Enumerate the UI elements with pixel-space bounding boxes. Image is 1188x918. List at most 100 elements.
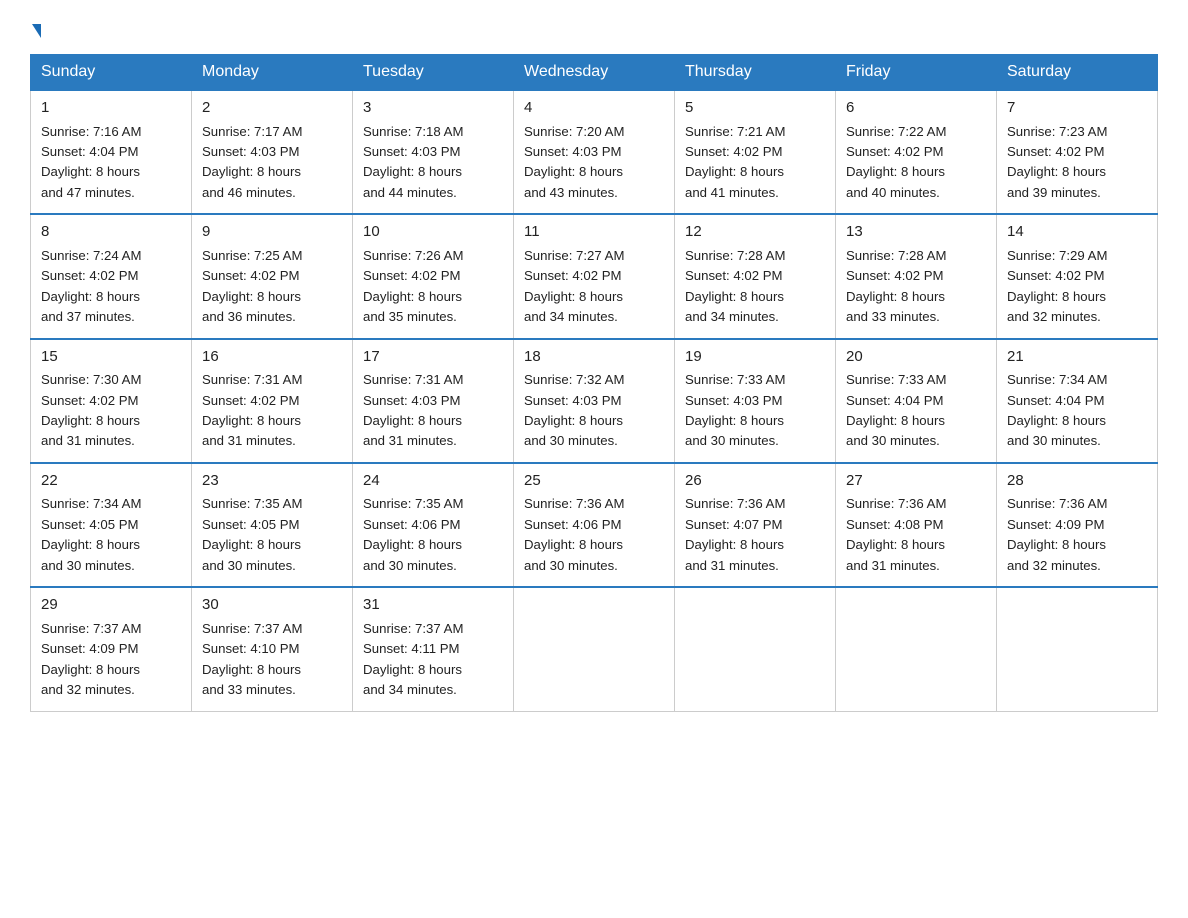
- day-number: 27: [846, 470, 986, 493]
- day-cell: 10Sunrise: 7:26 AMSunset: 4:02 PMDayligh…: [353, 214, 514, 338]
- day-info: Sunrise: 7:17 AMSunset: 4:03 PMDaylight:…: [202, 122, 342, 204]
- day-info: Sunrise: 7:28 AMSunset: 4:02 PMDaylight:…: [685, 246, 825, 328]
- day-cell: 8Sunrise: 7:24 AMSunset: 4:02 PMDaylight…: [31, 214, 192, 338]
- day-number: 23: [202, 470, 342, 493]
- col-tuesday: Tuesday: [353, 55, 514, 91]
- day-info: Sunrise: 7:31 AMSunset: 4:03 PMDaylight:…: [363, 370, 503, 452]
- day-info: Sunrise: 7:36 AMSunset: 4:09 PMDaylight:…: [1007, 494, 1147, 576]
- day-info: Sunrise: 7:18 AMSunset: 4:03 PMDaylight:…: [363, 122, 503, 204]
- week-row-4: 22Sunrise: 7:34 AMSunset: 4:05 PMDayligh…: [31, 463, 1158, 587]
- col-friday: Friday: [836, 55, 997, 91]
- week-row-5: 29Sunrise: 7:37 AMSunset: 4:09 PMDayligh…: [31, 587, 1158, 711]
- day-info: Sunrise: 7:35 AMSunset: 4:05 PMDaylight:…: [202, 494, 342, 576]
- day-cell: 17Sunrise: 7:31 AMSunset: 4:03 PMDayligh…: [353, 339, 514, 463]
- day-number: 19: [685, 346, 825, 369]
- day-cell: 3Sunrise: 7:18 AMSunset: 4:03 PMDaylight…: [353, 90, 514, 214]
- day-number: 24: [363, 470, 503, 493]
- calendar-table: Sunday Monday Tuesday Wednesday Thursday…: [30, 54, 1158, 712]
- col-thursday: Thursday: [675, 55, 836, 91]
- logo: [30, 20, 41, 34]
- day-number: 22: [41, 470, 181, 493]
- day-info: Sunrise: 7:22 AMSunset: 4:02 PMDaylight:…: [846, 122, 986, 204]
- logo-arrow-icon: [32, 24, 41, 38]
- day-number: 18: [524, 346, 664, 369]
- header-row: Sunday Monday Tuesday Wednesday Thursday…: [31, 55, 1158, 91]
- day-number: 20: [846, 346, 986, 369]
- col-monday: Monday: [192, 55, 353, 91]
- week-row-1: 1Sunrise: 7:16 AMSunset: 4:04 PMDaylight…: [31, 90, 1158, 214]
- day-cell: 13Sunrise: 7:28 AMSunset: 4:02 PMDayligh…: [836, 214, 997, 338]
- day-info: Sunrise: 7:25 AMSunset: 4:02 PMDaylight:…: [202, 246, 342, 328]
- day-number: 17: [363, 346, 503, 369]
- day-cell: 27Sunrise: 7:36 AMSunset: 4:08 PMDayligh…: [836, 463, 997, 587]
- day-cell: 15Sunrise: 7:30 AMSunset: 4:02 PMDayligh…: [31, 339, 192, 463]
- day-info: Sunrise: 7:34 AMSunset: 4:05 PMDaylight:…: [41, 494, 181, 576]
- col-sunday: Sunday: [31, 55, 192, 91]
- day-info: Sunrise: 7:31 AMSunset: 4:02 PMDaylight:…: [202, 370, 342, 452]
- day-number: 28: [1007, 470, 1147, 493]
- day-info: Sunrise: 7:35 AMSunset: 4:06 PMDaylight:…: [363, 494, 503, 576]
- day-number: 12: [685, 221, 825, 244]
- day-cell: 11Sunrise: 7:27 AMSunset: 4:02 PMDayligh…: [514, 214, 675, 338]
- day-number: 1: [41, 97, 181, 120]
- day-info: Sunrise: 7:23 AMSunset: 4:02 PMDaylight:…: [1007, 122, 1147, 204]
- col-saturday: Saturday: [997, 55, 1158, 91]
- day-cell: 23Sunrise: 7:35 AMSunset: 4:05 PMDayligh…: [192, 463, 353, 587]
- day-cell: 14Sunrise: 7:29 AMSunset: 4:02 PMDayligh…: [997, 214, 1158, 338]
- day-number: 16: [202, 346, 342, 369]
- day-info: Sunrise: 7:16 AMSunset: 4:04 PMDaylight:…: [41, 122, 181, 204]
- day-number: 21: [1007, 346, 1147, 369]
- day-cell: 26Sunrise: 7:36 AMSunset: 4:07 PMDayligh…: [675, 463, 836, 587]
- day-number: 7: [1007, 97, 1147, 120]
- day-cell: [836, 587, 997, 711]
- day-info: Sunrise: 7:36 AMSunset: 4:08 PMDaylight:…: [846, 494, 986, 576]
- day-number: 26: [685, 470, 825, 493]
- day-info: Sunrise: 7:34 AMSunset: 4:04 PMDaylight:…: [1007, 370, 1147, 452]
- week-row-3: 15Sunrise: 7:30 AMSunset: 4:02 PMDayligh…: [31, 339, 1158, 463]
- day-cell: 4Sunrise: 7:20 AMSunset: 4:03 PMDaylight…: [514, 90, 675, 214]
- day-info: Sunrise: 7:26 AMSunset: 4:02 PMDaylight:…: [363, 246, 503, 328]
- day-info: Sunrise: 7:21 AMSunset: 4:02 PMDaylight:…: [685, 122, 825, 204]
- day-cell: [675, 587, 836, 711]
- day-info: Sunrise: 7:33 AMSunset: 4:04 PMDaylight:…: [846, 370, 986, 452]
- day-info: Sunrise: 7:33 AMSunset: 4:03 PMDaylight:…: [685, 370, 825, 452]
- day-cell: 9Sunrise: 7:25 AMSunset: 4:02 PMDaylight…: [192, 214, 353, 338]
- day-cell: 28Sunrise: 7:36 AMSunset: 4:09 PMDayligh…: [997, 463, 1158, 587]
- day-cell: 2Sunrise: 7:17 AMSunset: 4:03 PMDaylight…: [192, 90, 353, 214]
- day-cell: 20Sunrise: 7:33 AMSunset: 4:04 PMDayligh…: [836, 339, 997, 463]
- day-number: 11: [524, 221, 664, 244]
- day-cell: 22Sunrise: 7:34 AMSunset: 4:05 PMDayligh…: [31, 463, 192, 587]
- day-info: Sunrise: 7:32 AMSunset: 4:03 PMDaylight:…: [524, 370, 664, 452]
- calendar-body: 1Sunrise: 7:16 AMSunset: 4:04 PMDaylight…: [31, 90, 1158, 711]
- day-cell: 18Sunrise: 7:32 AMSunset: 4:03 PMDayligh…: [514, 339, 675, 463]
- day-number: 2: [202, 97, 342, 120]
- day-cell: 19Sunrise: 7:33 AMSunset: 4:03 PMDayligh…: [675, 339, 836, 463]
- day-cell: [997, 587, 1158, 711]
- day-info: Sunrise: 7:29 AMSunset: 4:02 PMDaylight:…: [1007, 246, 1147, 328]
- day-info: Sunrise: 7:37 AMSunset: 4:09 PMDaylight:…: [41, 619, 181, 701]
- day-number: 9: [202, 221, 342, 244]
- day-cell: 25Sunrise: 7:36 AMSunset: 4:06 PMDayligh…: [514, 463, 675, 587]
- day-cell: 21Sunrise: 7:34 AMSunset: 4:04 PMDayligh…: [997, 339, 1158, 463]
- day-number: 8: [41, 221, 181, 244]
- day-info: Sunrise: 7:36 AMSunset: 4:07 PMDaylight:…: [685, 494, 825, 576]
- day-cell: 12Sunrise: 7:28 AMSunset: 4:02 PMDayligh…: [675, 214, 836, 338]
- day-number: 5: [685, 97, 825, 120]
- col-wednesday: Wednesday: [514, 55, 675, 91]
- day-number: 14: [1007, 221, 1147, 244]
- day-number: 29: [41, 594, 181, 617]
- day-cell: 24Sunrise: 7:35 AMSunset: 4:06 PMDayligh…: [353, 463, 514, 587]
- day-cell: 30Sunrise: 7:37 AMSunset: 4:10 PMDayligh…: [192, 587, 353, 711]
- day-number: 30: [202, 594, 342, 617]
- day-cell: [514, 587, 675, 711]
- day-cell: 16Sunrise: 7:31 AMSunset: 4:02 PMDayligh…: [192, 339, 353, 463]
- day-number: 4: [524, 97, 664, 120]
- day-number: 13: [846, 221, 986, 244]
- day-info: Sunrise: 7:37 AMSunset: 4:11 PMDaylight:…: [363, 619, 503, 701]
- day-number: 15: [41, 346, 181, 369]
- day-number: 25: [524, 470, 664, 493]
- calendar-header: Sunday Monday Tuesday Wednesday Thursday…: [31, 55, 1158, 91]
- day-info: Sunrise: 7:36 AMSunset: 4:06 PMDaylight:…: [524, 494, 664, 576]
- day-cell: 6Sunrise: 7:22 AMSunset: 4:02 PMDaylight…: [836, 90, 997, 214]
- day-cell: 7Sunrise: 7:23 AMSunset: 4:02 PMDaylight…: [997, 90, 1158, 214]
